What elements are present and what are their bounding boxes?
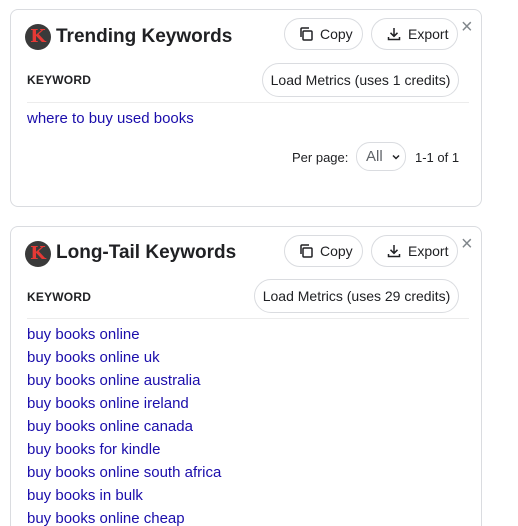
keyword-link[interactable]: buy books online australia bbox=[27, 372, 200, 389]
export-label: Export bbox=[408, 26, 449, 42]
copy-icon bbox=[300, 244, 313, 258]
copy-label: Copy bbox=[320, 243, 353, 259]
download-icon bbox=[387, 28, 401, 41]
keyword-tool-logo: K bbox=[25, 24, 51, 50]
keyword-link[interactable]: buy books online south africa bbox=[27, 464, 221, 481]
copy-icon bbox=[300, 27, 313, 41]
per-page-value: All bbox=[366, 148, 383, 165]
per-page-label: Per page: bbox=[292, 150, 349, 165]
load-metrics-button[interactable]: Load Metrics (uses 1 credits) bbox=[262, 63, 459, 97]
download-icon bbox=[387, 245, 401, 258]
keyword-link[interactable]: buy books online cheap bbox=[27, 510, 185, 526]
card-title: Long-Tail Keywords bbox=[56, 242, 237, 263]
export-label: Export bbox=[408, 243, 449, 259]
keyword-link[interactable]: buy books online canada bbox=[27, 418, 193, 435]
column-header-keyword: KEYWORD bbox=[27, 290, 92, 304]
card-title: Trending Keywords bbox=[56, 26, 233, 47]
export-button[interactable]: Export bbox=[371, 18, 458, 50]
chevron-down-icon bbox=[392, 154, 400, 160]
keyword-tool-logo: K bbox=[25, 241, 51, 267]
column-header-keyword: KEYWORD bbox=[27, 73, 92, 87]
trending-keywords-card: K Trending Keywords Copy Export × KEYWOR… bbox=[10, 9, 482, 207]
divider bbox=[27, 102, 469, 103]
keyword-link[interactable]: buy books online ireland bbox=[27, 395, 189, 412]
divider bbox=[27, 318, 469, 319]
copy-button[interactable]: Copy bbox=[284, 235, 363, 267]
load-metrics-button[interactable]: Load Metrics (uses 29 credits) bbox=[254, 279, 459, 313]
pagination-range: 1-1 of 1 bbox=[415, 150, 460, 165]
close-icon[interactable]: × bbox=[461, 234, 473, 254]
keyword-link[interactable]: buy books for kindle bbox=[27, 441, 160, 458]
keyword-link[interactable]: buy books in bulk bbox=[27, 487, 143, 504]
long-tail-keywords-card: K Long-Tail Keywords Copy Export × KEYWO… bbox=[10, 226, 482, 526]
copy-button[interactable]: Copy bbox=[284, 18, 363, 50]
per-page-select[interactable]: All bbox=[356, 142, 406, 171]
keyword-link[interactable]: buy books online bbox=[27, 326, 140, 343]
close-icon[interactable]: × bbox=[461, 17, 473, 37]
copy-label: Copy bbox=[320, 26, 353, 42]
export-button[interactable]: Export bbox=[371, 235, 458, 267]
keyword-link[interactable]: where to buy used books bbox=[27, 110, 194, 127]
keyword-link[interactable]: buy books online uk bbox=[27, 349, 160, 366]
